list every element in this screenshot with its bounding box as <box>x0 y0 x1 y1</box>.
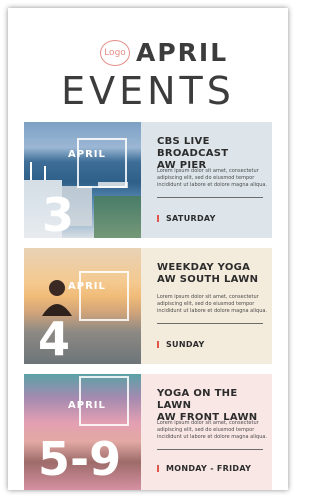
event-info: YOGA ON THE LAWN AW FRONT LAWN Lorem ips… <box>141 374 272 490</box>
date-frame <box>77 138 127 188</box>
event-day: 4 <box>38 312 71 364</box>
event-description: Lorem ipsum dolor sit amet, consectetur … <box>157 168 268 188</box>
page-subtitle: EVENTS <box>61 69 235 113</box>
event-month: APRIL <box>68 281 106 292</box>
event-photo-lawn: APRIL 5-9 <box>24 374 141 490</box>
event-title: WEEKDAY YOGA AW SOUTH LAWN <box>157 262 259 285</box>
divider <box>157 197 263 198</box>
event-when: SUNDAY <box>157 340 205 349</box>
divider <box>157 449 263 450</box>
page-title: APRIL <box>136 38 229 67</box>
event-title: CBS LIVE BROADCAST AW PIER <box>157 136 229 171</box>
event-when: MONDAY - FRIDAY <box>157 464 251 473</box>
event-month: APRIL <box>68 400 106 411</box>
event-card[interactable]: APRIL 5-9 YOGA ON THE LAWN AW FRONT LAWN… <box>24 374 272 490</box>
event-description: Lorem ipsum dolor sit amet, consectetur … <box>157 420 268 440</box>
event-title: YOGA ON THE LAWN AW FRONT LAWN <box>157 388 258 423</box>
marker-icon <box>157 341 159 348</box>
event-photo-pier: APRIL 3 <box>24 122 141 238</box>
marker-icon <box>157 215 159 222</box>
event-card[interactable]: APRIL 3 CBS LIVE BROADCAST AW PIER Lorem… <box>24 122 272 238</box>
newsletter-page: Logo APRIL EVENTS APRIL 3 CBS LIVE BROAD… <box>8 8 288 490</box>
divider <box>157 323 263 324</box>
event-when: SATURDAY <box>157 214 216 223</box>
header: Logo APRIL EVENTS <box>8 36 288 113</box>
logo: Logo <box>100 40 130 66</box>
event-card[interactable]: APRIL 4 WEEKDAY YOGA AW SOUTH LAWN Lorem… <box>24 248 272 364</box>
marker-icon <box>157 465 159 472</box>
event-photo-yoga: APRIL 4 <box>24 248 141 364</box>
date-frame <box>79 271 129 321</box>
event-info: CBS LIVE BROADCAST AW PIER Lorem ipsum d… <box>141 122 272 238</box>
event-month: APRIL <box>68 149 106 160</box>
event-day: 5-9 <box>38 432 122 486</box>
event-description: Lorem ipsum dolor sit amet, consectetur … <box>157 294 268 314</box>
event-day: 3 <box>42 188 75 238</box>
event-info: WEEKDAY YOGA AW SOUTH LAWN Lorem ipsum d… <box>141 248 272 364</box>
